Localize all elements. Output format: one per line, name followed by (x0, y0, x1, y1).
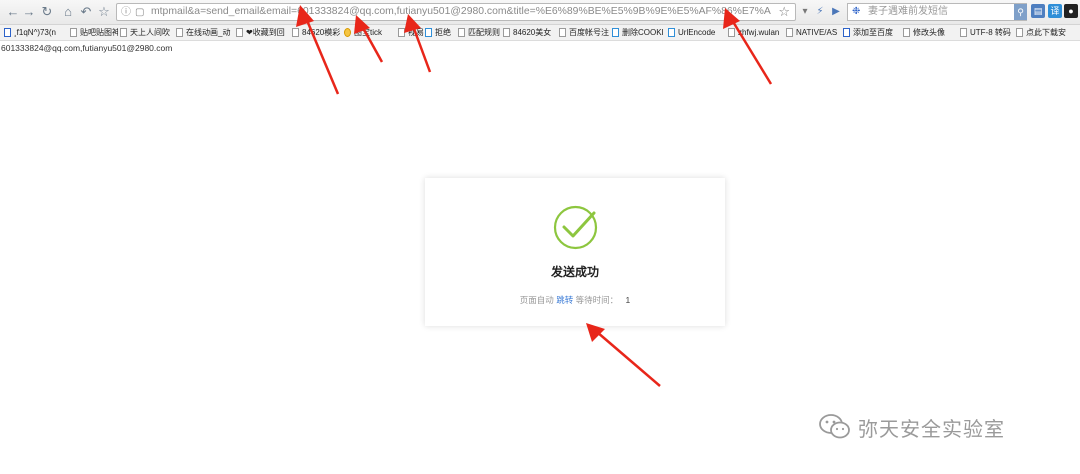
redirect-prefix: 页面自动 (519, 295, 554, 305)
wechat-icon (819, 414, 850, 439)
url-encode-icon (668, 28, 675, 37)
bookmark-label: 84620美女 (513, 28, 552, 37)
page-icon (236, 28, 243, 37)
extension-image-icon[interactable]: ▤ (1031, 4, 1045, 18)
address-bar[interactable]: ⓘ ▢ mtpmail&a=send_email&email=601333824… (116, 3, 796, 21)
bookmark-item[interactable]: 84620模彩 (292, 25, 342, 40)
baidu-paw-icon (4, 28, 11, 37)
page-icon (503, 28, 510, 37)
bookmark-label: ¸f1qN^)73(n (14, 28, 56, 37)
page-icon (786, 28, 793, 37)
watermark-text: 弥天安全实验室 (858, 418, 1005, 441)
bookmark-label: 贴吧贴图神 (80, 28, 118, 37)
reload-icon[interactable]: ↻ (38, 3, 56, 21)
bookmark-label: 修改头像 (913, 28, 945, 37)
bookmark-label: ❤收藏到回 (246, 28, 285, 37)
page-icon (728, 28, 735, 37)
play-icon[interactable]: ▶ (829, 4, 843, 20)
bookmark-item[interactable]: UrlEncode (668, 25, 726, 40)
bookmark-item[interactable]: ❤收藏到回 (236, 25, 292, 40)
baidu-paw-icon: ❉ (852, 6, 861, 17)
bookmark-label: 图宝tick (354, 28, 382, 37)
home-icon[interactable]: ⌂ (59, 3, 77, 21)
bookmark-item[interactable]: 删除COOKI (612, 25, 668, 40)
countdown-value: 1 (625, 295, 631, 305)
bookmark-item[interactable]: 天上人间吹 (120, 25, 170, 40)
search-box[interactable]: ❉ 妻子遇难前发短信 (847, 3, 1027, 21)
bookmark-label: 匹配规则 (468, 28, 500, 37)
bookmark-item[interactable]: 点此下载安 (1016, 25, 1078, 40)
bookmark-item[interactable]: 84620美女 (503, 25, 557, 40)
bookmark-item[interactable]: 拒绝 (425, 25, 459, 40)
success-title: 发送成功 (550, 265, 599, 279)
undo-icon[interactable]: ↶ (77, 3, 95, 21)
bookmark-label: NATIVE/AS (796, 28, 838, 37)
bookmark-item[interactable]: 视易 (398, 25, 424, 40)
page-icon (176, 28, 183, 37)
page-icon (903, 28, 910, 37)
search-button[interactable]: ⚲ (1014, 4, 1027, 20)
redirect-suffix: 等待时间： (575, 295, 619, 305)
image-icon (425, 28, 432, 37)
baidu-paw-icon (843, 28, 850, 37)
bookmark-label: 拒绝 (435, 28, 451, 37)
url-text[interactable]: mtpmail&a=send_email&email=601333824@qq.… (151, 4, 771, 20)
bookmark-label: 点此下载安 (1026, 28, 1066, 37)
bookmark-label: 在线动画_动 (186, 28, 231, 37)
watermark: 弥天安全实验室 (818, 409, 1005, 445)
info-icon[interactable]: ⓘ (121, 6, 131, 20)
bookmark-label: 删除COOKI (622, 28, 664, 37)
page-icon (292, 28, 299, 37)
ghost-icon[interactable]: ● (1064, 4, 1078, 18)
page-icon (120, 28, 127, 37)
bookmark-item[interactable]: NATIVE/AS (786, 25, 842, 40)
cookie-icon (612, 28, 619, 37)
page-icon (458, 28, 465, 37)
bookmark-label: 84620模彩 (302, 28, 341, 37)
bookmark-label: 视易 (408, 28, 424, 37)
bookmark-label: 天上人间吹 (130, 28, 170, 37)
translate-icon[interactable]: 译 (1048, 4, 1062, 18)
bookmark-label: UrlEncode (678, 28, 716, 37)
email-output-text: 601333824@qq.com,futianyu501@2980.com (1, 43, 173, 53)
page-icon (1016, 28, 1023, 37)
bookmark-item[interactable]: 匹配规则 (458, 25, 504, 40)
page-icon (398, 28, 405, 37)
bookmark-label: 添加至百度 (853, 28, 893, 37)
page-icon (70, 28, 77, 37)
success-check-icon (553, 205, 598, 250)
redirect-info: 页面自动 跳转 等待时间： 1 (425, 294, 725, 306)
bookmark-item[interactable]: 百度帐号注 (559, 25, 609, 40)
bookmark-item[interactable]: 图宝tick (344, 25, 396, 40)
success-card: 发送成功 页面自动 跳转 等待时间： 1 (425, 178, 725, 326)
page-icon: ▢ (135, 7, 145, 18)
forward-arrow-icon[interactable]: → (20, 3, 38, 21)
browser-toolbar: ← → ↻ ⌂ ↶ ☆ ⓘ ▢ mtpmail&a=send_email&ema… (0, 0, 1080, 25)
page-icon (559, 28, 566, 37)
search-input[interactable]: 妻子遇难前发短信 (868, 4, 948, 20)
redirect-link[interactable]: 跳转 (556, 295, 573, 305)
smile-icon (344, 28, 351, 37)
bookmark-label: UTF-8 转码 (970, 28, 1011, 37)
bookmark-item[interactable]: 在线动画_动 (176, 25, 232, 40)
star-icon[interactable]: ☆ (95, 3, 113, 21)
annotation-arrow (586, 323, 661, 387)
bookmark-star-icon[interactable]: ☆ (778, 4, 790, 20)
page-icon (960, 28, 967, 37)
lightning-icon[interactable]: ⚡ (813, 4, 827, 20)
bookmark-item[interactable]: UTF-8 转码 (960, 25, 1012, 40)
bookmark-item[interactable]: ¸f1qN^)73(n (4, 25, 70, 40)
bookmarks-bar: ¸f1qN^)73(n 贴吧贴图神 天上人间吹 在线动画_动 ❤收藏到回 846… (0, 25, 1080, 41)
dropdown-icon[interactable]: ▾ (798, 4, 812, 20)
bookmark-item[interactable]: 贴吧贴图神 (70, 25, 118, 40)
bookmark-label: 百度帐号注 (569, 28, 609, 37)
bookmark-item[interactable]: zhfwj.wulan (728, 25, 782, 40)
bookmark-item[interactable]: 添加至百度 (843, 25, 899, 40)
bookmark-item[interactable]: 修改头像 (903, 25, 957, 40)
bookmark-label: zhfwj.wulan (738, 28, 780, 37)
